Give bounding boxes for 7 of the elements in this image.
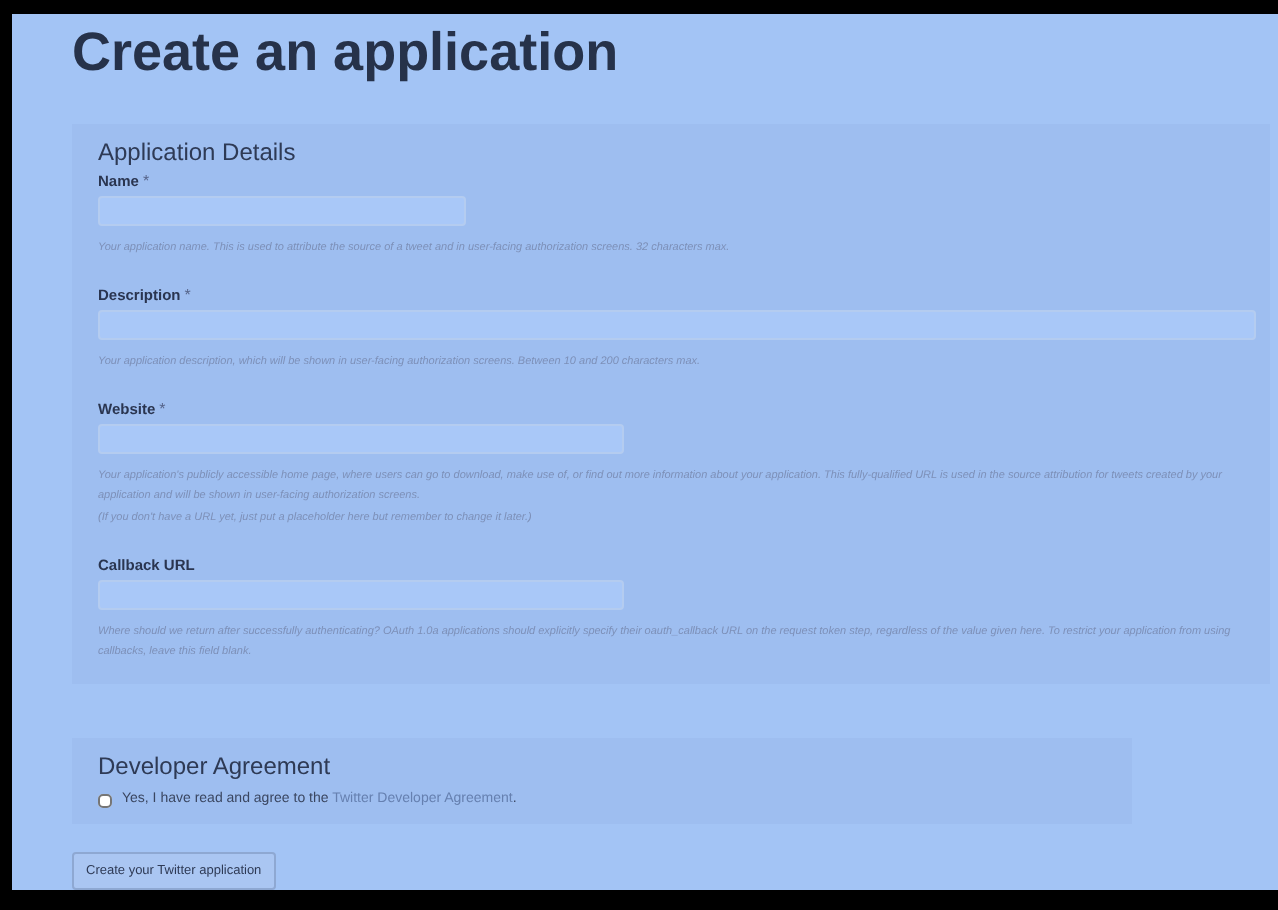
page-title: Create an application <box>72 22 621 82</box>
section-heading: Developer Agreement <box>98 750 333 782</box>
section-heading: Application Details <box>98 136 298 168</box>
agreement-checkbox[interactable] <box>98 793 112 808</box>
required-mark: * <box>184 284 191 308</box>
required-mark: * <box>159 398 166 422</box>
required-mark: * <box>142 170 150 194</box>
